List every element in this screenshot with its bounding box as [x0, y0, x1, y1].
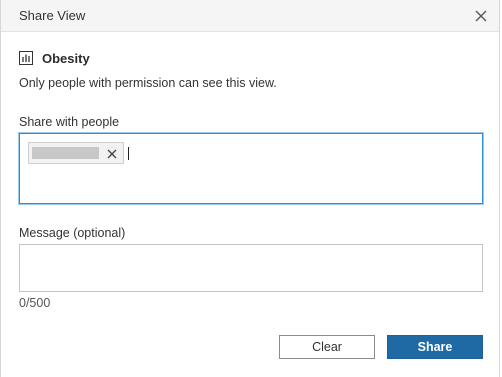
close-icon: [107, 149, 117, 159]
permission-note: Only people with permission can see this…: [19, 76, 277, 90]
recipient-chip: [28, 142, 124, 164]
text-cursor: [128, 147, 129, 160]
recipient-name-redacted: [32, 147, 99, 159]
clear-button[interactable]: Clear: [279, 335, 375, 359]
character-count: 0/500: [19, 296, 51, 310]
bar-chart-icon: [19, 51, 33, 65]
close-icon: [475, 10, 487, 22]
share-with-label: Share with people: [19, 115, 120, 129]
dialog-header: Share View: [1, 0, 499, 32]
share-view-dialog: Share View Obesity Only people with perm…: [0, 0, 500, 377]
dialog-title: Share View: [19, 8, 86, 23]
share-button[interactable]: Share: [387, 335, 483, 359]
share-with-people-input[interactable]: [19, 133, 483, 204]
view-name: Obesity: [42, 50, 90, 66]
close-button[interactable]: [471, 6, 491, 26]
view-info: Obesity: [19, 50, 90, 66]
message-input[interactable]: [19, 244, 483, 292]
message-label: Message (optional): [19, 226, 126, 240]
remove-recipient-button[interactable]: [106, 147, 118, 159]
